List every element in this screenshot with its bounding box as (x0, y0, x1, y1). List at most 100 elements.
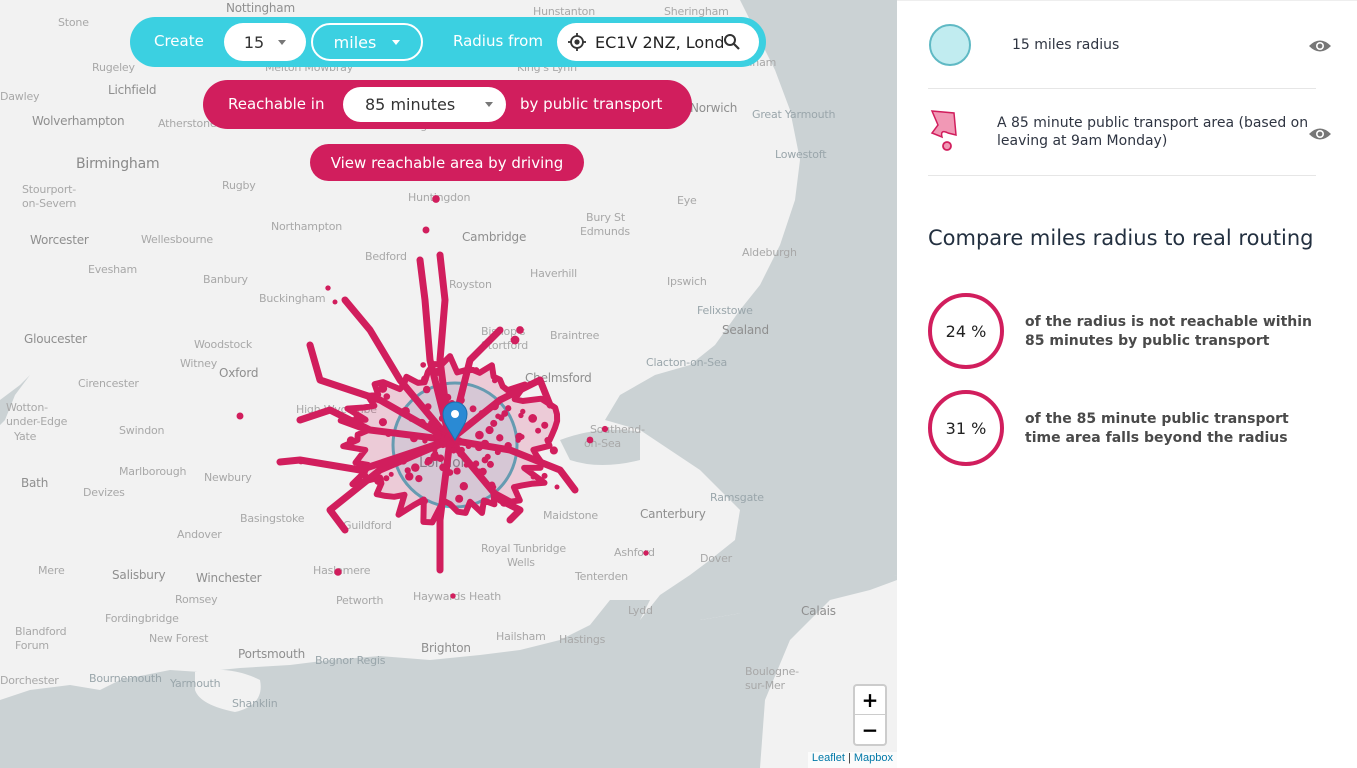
isochrone-patch (410, 434, 418, 443)
isochrone-patch (500, 498, 509, 507)
attribution-separator: | (847, 752, 851, 764)
isochrone-patch (383, 475, 390, 482)
isochrone-patch (601, 425, 609, 433)
stat-ring: 31 % (928, 390, 1004, 466)
reachable-in-label: Reachable in (228, 95, 325, 113)
isochrone-patch (378, 383, 388, 393)
isochrone-patch (332, 299, 338, 305)
time-value: 85 minutes (365, 95, 456, 114)
zoom-in-button[interactable]: + (855, 686, 885, 715)
isochrone-patch (433, 432, 442, 440)
unit-value: miles (333, 32, 377, 52)
isochrone-patch (432, 420, 440, 429)
chevron-down-icon (485, 102, 494, 107)
isochrone-patch (459, 482, 469, 491)
isochrone-patch (643, 550, 649, 556)
chevron-down-icon (392, 39, 401, 45)
isochrone-patch (528, 414, 538, 423)
isochrone-patch (415, 474, 423, 483)
isochrone-patch (388, 471, 394, 477)
isochrone-patch (422, 498, 429, 504)
isochrone-patch (353, 412, 361, 420)
legend-label: 15 miles radius (1012, 37, 1120, 53)
stat-unreachable: 24 % of the radius is not reachable with… (928, 293, 1338, 373)
stat-value: 24 % (945, 321, 987, 341)
isochrone-patch (496, 434, 504, 442)
isochrone-patch (334, 568, 342, 576)
legend-item-radius: 15 miles radius (928, 1, 1331, 89)
isochrone-patch (504, 444, 512, 452)
isochrone-patch (486, 460, 494, 468)
isochrone-patch (411, 463, 420, 472)
isochrone-patch (473, 367, 480, 374)
stat-description: of the 85 minute public transport time a… (1025, 411, 1289, 446)
location-search[interactable] (557, 23, 759, 61)
isochrone-patch (436, 454, 445, 463)
isochrone-patch (401, 406, 410, 416)
isochrone-patch (297, 457, 305, 465)
isochrone-patch (475, 430, 484, 440)
isochrone-patch (356, 461, 363, 468)
isochrone-patch (549, 446, 558, 455)
isochrone-patch (408, 416, 414, 422)
isochrone-patch (421, 375, 429, 384)
zoom-control: + − (853, 684, 887, 746)
legend-label: A 85 minute public transport area (based… (997, 115, 1309, 149)
isochrone-patch (450, 593, 456, 599)
isochrone-patch (463, 423, 471, 430)
isochrone-patch (439, 441, 447, 449)
isochrone-patch (453, 467, 461, 475)
location-input[interactable] (595, 32, 723, 52)
isochrone-patch (450, 447, 457, 454)
legend-item-isochrone: A 85 minute public transport area (based… (928, 89, 1331, 176)
isochrone-patch (490, 419, 498, 427)
isochrone-patch (439, 463, 448, 472)
stat-beyond-radius: 31 % of the 85 minute public transport t… (928, 390, 1338, 470)
leaflet-link[interactable]: Leaflet (812, 752, 845, 764)
isochrone-patch (422, 385, 431, 394)
circle-radius-icon (929, 24, 971, 66)
radius-value: 15 (243, 32, 265, 52)
isochrone-patch (519, 434, 525, 440)
isochrone-patch (398, 456, 408, 465)
isochrone-patch (510, 335, 520, 345)
search-icon[interactable] (723, 33, 741, 51)
isochrone-patch (541, 472, 548, 479)
eye-icon[interactable] (1308, 126, 1332, 142)
isochrone-patch (431, 446, 438, 453)
eye-icon[interactable] (1308, 38, 1332, 54)
isochrone-patch (516, 326, 524, 334)
unit-select[interactable]: miles (311, 23, 423, 61)
isochrone-patch (520, 408, 526, 415)
isochrone-patch (465, 443, 472, 450)
view-driving-button[interactable]: View reachable area by driving (310, 144, 584, 181)
time-select[interactable]: 85 minutes (343, 87, 506, 122)
locate-icon[interactable] (567, 32, 587, 52)
isochrone-patch (420, 362, 427, 368)
app: Nottingham Stone Rugeley Lichfield Dawley Wol… (0, 0, 1357, 768)
isochrone-patch (378, 418, 388, 427)
isochrone-patch (383, 393, 391, 400)
isochrone-patch (422, 226, 430, 234)
isochrone-patch (490, 401, 499, 411)
comparison-title: Compare miles radius to real routing (928, 226, 1314, 250)
isochrone-patch (554, 484, 560, 490)
isochrone-patch (472, 460, 480, 467)
isochrone-patch (325, 285, 331, 291)
isochrone-patch (485, 425, 494, 435)
isochrone-patch (530, 474, 536, 480)
radius-select[interactable]: 15 (224, 23, 306, 61)
mapbox-link[interactable]: Mapbox (854, 752, 893, 764)
zoom-out-button[interactable]: − (855, 715, 885, 744)
isochrone-patch (494, 449, 501, 456)
isochrone-patch (361, 472, 369, 480)
stat-description: of the radius is not reachable within 85… (1025, 314, 1313, 349)
isochrone-area (236, 195, 649, 599)
isochrone-patch (461, 439, 467, 445)
isochrone-patch (478, 410, 485, 417)
map[interactable]: Nottingham Stone Rugeley Lichfield Dawley Wol… (0, 0, 897, 768)
create-label: Create (154, 32, 204, 50)
isochrone-patch (481, 456, 489, 464)
isochrone-patch (443, 393, 452, 402)
isochrone-patch (424, 459, 431, 466)
